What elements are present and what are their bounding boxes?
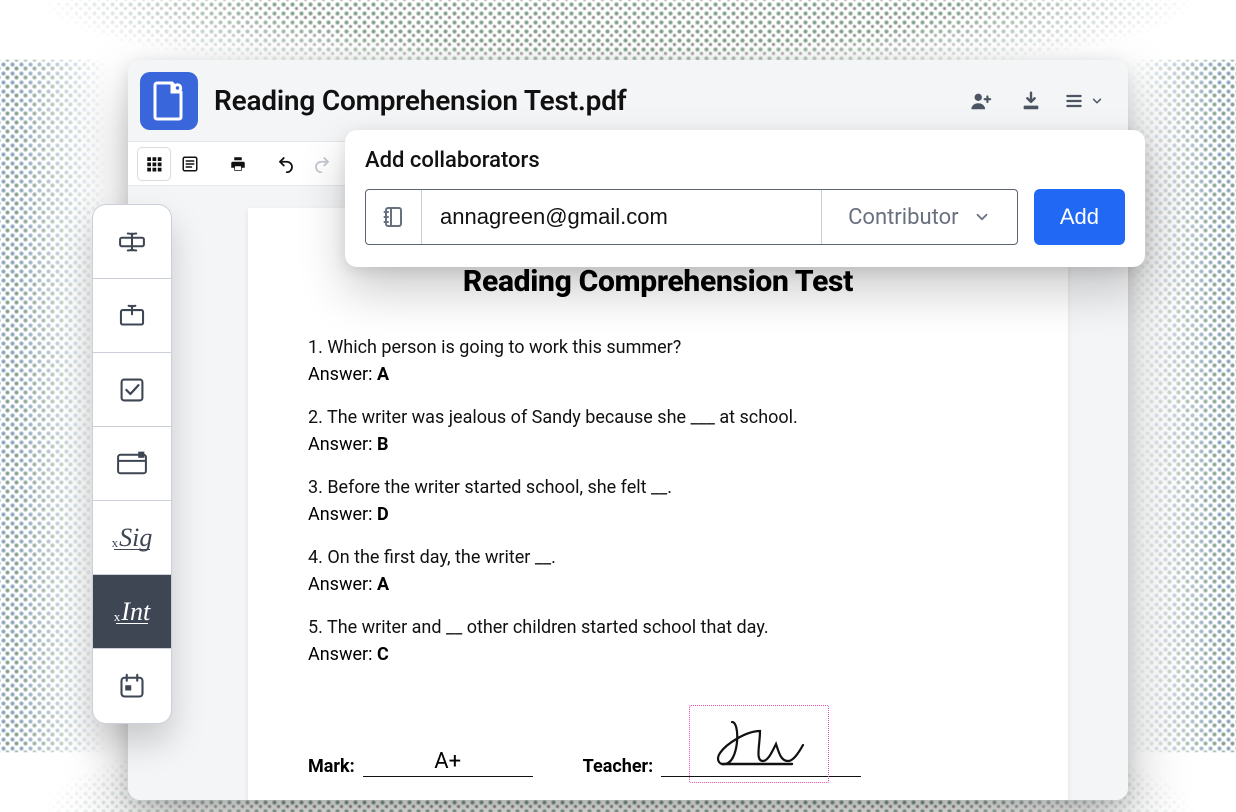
question-text: 2. The writer was jealous of Sandy becau… — [308, 407, 1008, 428]
text-cursor-tool[interactable] — [93, 205, 171, 279]
chevron-down-icon — [973, 208, 991, 226]
question-text: 1. Which person is going to work this su… — [308, 337, 1008, 358]
share-button[interactable] — [964, 84, 998, 118]
signature-box[interactable] — [689, 705, 829, 783]
workspace: Reading Comprehension Test 1. Which pers… — [128, 186, 1128, 800]
menu-icon — [1064, 91, 1084, 111]
tool-palette: xSig xInt — [92, 204, 172, 724]
document-title: Reading Comprehension Test.pdf — [214, 84, 627, 117]
calendar-icon — [117, 671, 147, 701]
download-icon — [1020, 90, 1042, 112]
checkbox-icon — [116, 374, 148, 406]
text-cursor-icon — [115, 225, 149, 259]
initials-tool-label: xInt — [114, 597, 150, 627]
note-tool[interactable] — [93, 427, 171, 501]
redo-icon — [313, 155, 331, 173]
add-collaborators-popover: Add collaborators Contributor Add — [345, 130, 1145, 267]
outline-view-button[interactable] — [174, 148, 206, 180]
chevron-down-icon — [1090, 94, 1104, 108]
document-page: Reading Comprehension Test 1. Which pers… — [248, 208, 1068, 800]
question-text: 5. The writer and __ other children star… — [308, 617, 1008, 638]
answer-line: Answer: B — [308, 434, 1008, 455]
app-logo[interactable] — [140, 72, 198, 130]
answer-line: Answer: D — [308, 504, 1008, 525]
print-icon — [229, 155, 247, 173]
mark-field: Mark: A+ — [308, 749, 533, 777]
add-collaborator-button[interactable]: Add — [1034, 189, 1125, 245]
role-select[interactable]: Contributor — [821, 190, 1017, 244]
initials-tool[interactable]: xInt — [93, 575, 171, 649]
collaborator-input-group: Contributor — [365, 189, 1018, 245]
signature-glyph — [704, 716, 814, 772]
more-menu-button[interactable] — [1064, 84, 1104, 118]
text-field-tool[interactable] — [93, 279, 171, 353]
document-heading: Reading Comprehension Test — [308, 264, 1008, 299]
mark-label: Mark: — [308, 756, 355, 777]
signature-tool-label: xSig — [112, 523, 153, 553]
checkbox-tool[interactable] — [93, 353, 171, 427]
popover-title: Add collaborators — [365, 148, 1125, 173]
outline-icon — [181, 155, 199, 173]
collaborator-email-input[interactable] — [422, 190, 821, 244]
teacher-label: Teacher: — [583, 756, 654, 777]
question-text: 3. Before the writer started school, she… — [308, 477, 1008, 498]
person-add-icon — [970, 90, 992, 112]
text-field-icon — [115, 299, 149, 333]
undo-icon — [277, 155, 295, 173]
answer-line: Answer: C — [308, 644, 1008, 665]
date-tool[interactable] — [93, 649, 171, 723]
app-logo-icon — [152, 81, 186, 121]
print-button[interactable] — [222, 148, 254, 180]
mark-value[interactable]: A+ — [363, 749, 533, 777]
grid-icon — [145, 155, 163, 173]
contacts-button[interactable] — [366, 190, 422, 244]
answer-line: Answer: A — [308, 574, 1008, 595]
undo-button[interactable] — [270, 148, 302, 180]
grid-view-button[interactable] — [138, 148, 170, 180]
redo-button[interactable] — [306, 148, 338, 180]
address-book-icon — [382, 205, 406, 229]
signature-tool[interactable]: xSig — [93, 501, 171, 575]
role-select-label: Contributor — [848, 205, 958, 230]
answer-line: Answer: A — [308, 364, 1008, 385]
sticky-note-icon — [115, 449, 149, 479]
download-button[interactable] — [1014, 84, 1048, 118]
question-text: 4. On the first day, the writer __. — [308, 547, 1008, 568]
